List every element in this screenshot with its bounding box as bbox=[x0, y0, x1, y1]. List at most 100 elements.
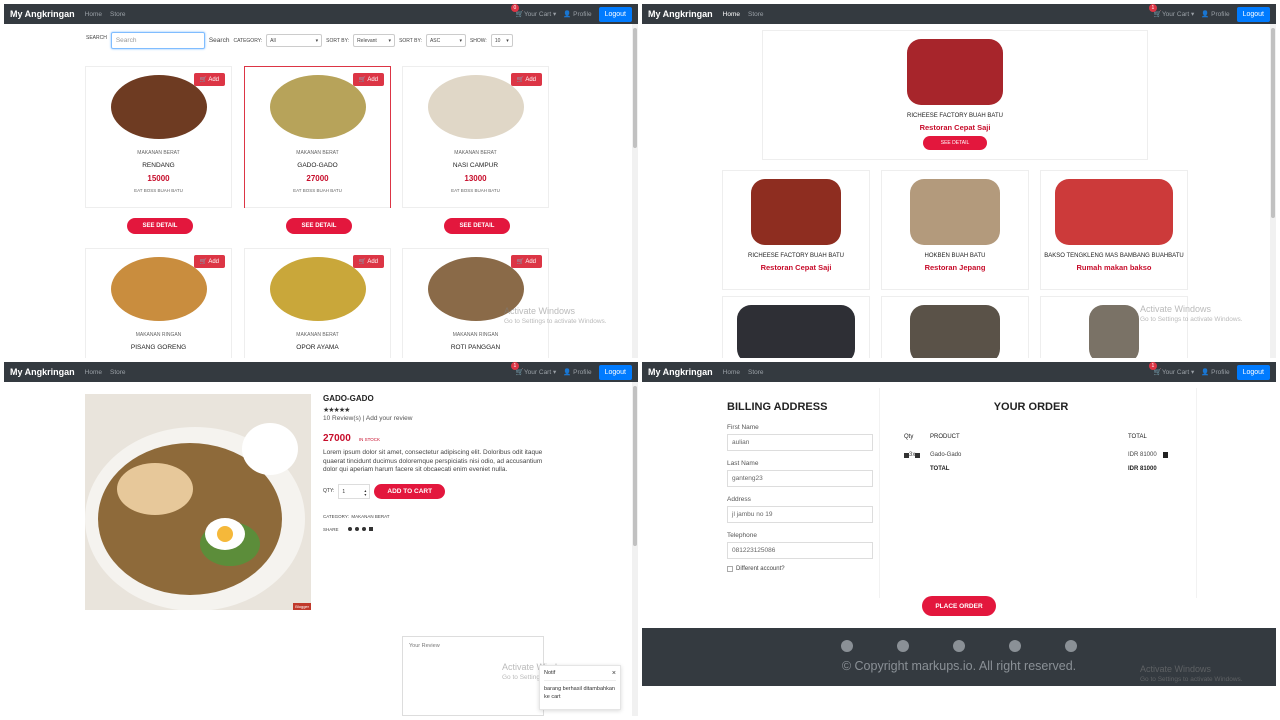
scrollbar[interactable] bbox=[632, 24, 638, 358]
nav-store[interactable]: Store bbox=[748, 11, 764, 18]
facebook-icon[interactable] bbox=[347, 527, 352, 531]
store-card[interactable]: HOKBEN BUAH BATU Restoran Jepang bbox=[881, 170, 1029, 290]
trash-icon[interactable] bbox=[1162, 452, 1168, 458]
scrollbar[interactable] bbox=[632, 382, 638, 716]
brand-logo[interactable]: My Angkringan bbox=[648, 367, 713, 377]
add-button[interactable]: 🛒 Add bbox=[352, 73, 384, 86]
cart-badge: 1 bbox=[1148, 4, 1157, 12]
cart-menu[interactable]: 1 🛒Your Cart ▾ bbox=[1148, 4, 1194, 18]
product-card[interactable]: 🛒 Add MAKANAN RINGAN PISANG GORENG bbox=[85, 248, 232, 358]
profile-link[interactable]: 👤 Profile bbox=[1201, 368, 1229, 376]
profile-link[interactable]: 👤 Profile bbox=[563, 10, 591, 18]
profile-link[interactable]: 👤 Profile bbox=[563, 368, 591, 376]
plus-icon[interactable] bbox=[915, 452, 921, 458]
facebook-icon[interactable] bbox=[841, 640, 853, 652]
navbar: My Angkringan Home Store 0 🛒Your Cart ▾ 👤… bbox=[4, 4, 638, 24]
nav-home[interactable]: Home bbox=[85, 11, 102, 18]
add-button[interactable]: 🛒 Add bbox=[510, 255, 542, 268]
search-button[interactable]: Search bbox=[209, 37, 230, 44]
add-to-cart-button[interactable]: ADD TO CART bbox=[374, 483, 446, 499]
item-name: Gado-Gado bbox=[930, 452, 962, 458]
category-link[interactable]: MAKANAN BERAT bbox=[351, 514, 389, 519]
store-card[interactable]: RICHEESE FACTORY BUAH BATU Restoran Cepat… bbox=[762, 30, 1148, 160]
product-image bbox=[269, 257, 366, 321]
qty-stepper[interactable]: 1 ▴ ▾ bbox=[338, 483, 371, 499]
card-divider bbox=[245, 207, 390, 208]
see-detail-button[interactable]: SEE DETAIL bbox=[444, 218, 510, 234]
sortby-select[interactable]: Relevant ▾ bbox=[353, 34, 396, 47]
cart-menu[interactable]: 0 🛒Your Cart ▾ bbox=[510, 4, 556, 18]
product-card[interactable]: 🛒 Add MAKANAN BERAT RENDANG 15000 EAT BOSS B… bbox=[85, 66, 232, 234]
email-icon[interactable] bbox=[368, 527, 373, 531]
field-input[interactable]: aulian bbox=[727, 434, 873, 451]
product-card[interactable]: 🛒 Add MAKANAN BERAT GADO-GADO 27000 EAT BOSS… bbox=[244, 66, 391, 234]
store-name: BAKSO TENGKLENG MAS BAMBANG BUAHBATU bbox=[1044, 253, 1184, 259]
category-value: All bbox=[270, 37, 276, 44]
twitter-icon[interactable] bbox=[354, 527, 359, 531]
pinterest-icon[interactable] bbox=[361, 527, 366, 531]
store-card[interactable]: BAKSO TENGKLENG MAS BAMBANG BUAHBATU Ruma… bbox=[1040, 170, 1188, 290]
add-button[interactable]: 🛒 Add bbox=[193, 255, 225, 268]
product-image: Blogger bbox=[85, 394, 311, 610]
product-image bbox=[427, 75, 524, 139]
logout-button[interactable]: Logout bbox=[1236, 6, 1270, 22]
field-input[interactable]: jl jambu no 19 bbox=[727, 506, 873, 523]
stepper-arrows-icon[interactable]: ▴ ▾ bbox=[364, 488, 366, 496]
nav-store[interactable]: Store bbox=[110, 11, 126, 18]
store-card[interactable]: RICHEESE FACTORY BUAH BATU Restoran Cepat… bbox=[722, 170, 870, 290]
place-order-button[interactable]: PLACE ORDER bbox=[922, 596, 996, 616]
search-label: SEARCH bbox=[86, 35, 107, 41]
nav-home[interactable]: Home bbox=[85, 369, 102, 376]
close-icon[interactable]: × bbox=[612, 670, 616, 677]
logout-button[interactable]: Logout bbox=[598, 364, 632, 380]
order-select[interactable]: ASC ▾ bbox=[425, 34, 466, 47]
field-input[interactable]: 081223125086 bbox=[727, 542, 873, 559]
cart-menu[interactable]: 1 🛒Your Cart ▾ bbox=[510, 362, 556, 376]
field-input[interactable]: ganteng23 bbox=[727, 470, 873, 487]
product-card[interactable]: 🛒 Add MAKANAN BERAT OPOR AYAMA bbox=[244, 248, 391, 358]
logout-button[interactable]: Logout bbox=[1236, 364, 1270, 380]
add-button[interactable]: 🛒 Add bbox=[193, 73, 225, 86]
nav-home[interactable]: Home bbox=[723, 369, 740, 376]
product-card[interactable]: 🛒 Add MAKANAN BERAT NASI CAMPUR 13000 EAT BO… bbox=[402, 66, 549, 234]
brand-logo[interactable]: My Angkringan bbox=[648, 9, 713, 19]
sortby-label: SORT BY: bbox=[326, 37, 350, 44]
store-name: RICHEESE FACTORY BUAH BATU bbox=[907, 113, 1003, 119]
linkedin-icon[interactable] bbox=[1009, 640, 1021, 652]
review-link[interactable]: 10 Review(s) | Add your review bbox=[323, 415, 543, 422]
chevron-down-icon: ▾ bbox=[315, 37, 319, 44]
see-detail-button[interactable]: SEE DETAIL bbox=[127, 218, 193, 234]
product-category: MAKANAN BERAT bbox=[296, 332, 339, 338]
product-shop: EAT BOSS BUAH BATU bbox=[134, 188, 183, 193]
user-icon: 👤 bbox=[1201, 369, 1210, 376]
user-icon: 👤 bbox=[563, 369, 572, 376]
see-detail-button[interactable]: SEE DETAIL bbox=[923, 136, 987, 150]
youtube-icon[interactable] bbox=[1065, 640, 1077, 652]
google-plus-icon[interactable] bbox=[953, 640, 965, 652]
scrollbar[interactable] bbox=[1270, 24, 1276, 358]
add-button[interactable]: 🛒 Add bbox=[510, 73, 542, 86]
product-card[interactable]: 🛒 Add MAKANAN RINGAN ROTI PANGGAN bbox=[402, 248, 549, 358]
show-select[interactable]: 10 ▾ bbox=[490, 34, 513, 47]
profile-link[interactable]: 👤 Profile bbox=[1201, 10, 1229, 18]
nav-home[interactable]: Home bbox=[723, 11, 740, 18]
category-label: CATEGORY: bbox=[233, 37, 263, 44]
toast-notification: Notif × barang berhasil ditambahkan ke ca… bbox=[539, 665, 621, 710]
product-image bbox=[269, 75, 366, 139]
store-card[interactable] bbox=[881, 296, 1029, 358]
different-account-checkbox[interactable] bbox=[727, 566, 733, 572]
see-detail-button[interactable]: SEE DETAIL bbox=[286, 218, 352, 234]
search-input[interactable]: Search bbox=[110, 32, 205, 49]
different-account-label: Different account? bbox=[736, 566, 785, 572]
brand-logo[interactable]: My Angkringan bbox=[10, 9, 75, 19]
twitter-icon[interactable] bbox=[897, 640, 909, 652]
cart-menu[interactable]: 1 🛒Your Cart ▾ bbox=[1148, 362, 1194, 376]
nav-store[interactable]: Store bbox=[748, 369, 764, 376]
nav-store[interactable]: Store bbox=[110, 369, 126, 376]
brand-logo[interactable]: My Angkringan bbox=[10, 367, 75, 377]
store-type: Restoran Jepang bbox=[924, 263, 986, 272]
add-button[interactable]: 🛒 Add bbox=[352, 255, 384, 268]
category-select[interactable]: All ▾ bbox=[266, 34, 323, 47]
store-card[interactable] bbox=[722, 296, 870, 358]
logout-button[interactable]: Logout bbox=[598, 6, 632, 22]
